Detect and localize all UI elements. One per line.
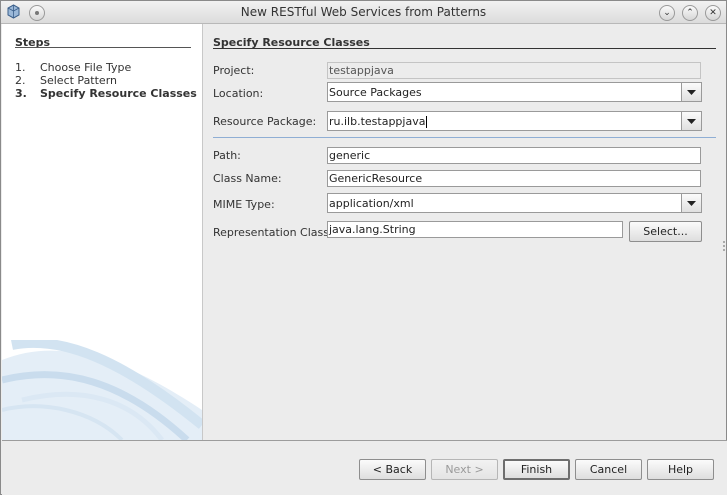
step-number: 1. xyxy=(15,61,26,74)
mime-type-value: application/xml xyxy=(329,197,414,210)
finish-button[interactable]: Finish xyxy=(503,459,570,480)
resize-grip-icon[interactable] xyxy=(723,241,725,251)
section-separator xyxy=(213,137,716,138)
chevron-down-icon xyxy=(687,200,696,206)
decorative-swirl-graphic xyxy=(2,340,202,440)
class-name-input[interactable]: GenericResource xyxy=(327,170,701,187)
step-item-3: 3. Specify Resource Classes xyxy=(15,87,197,100)
select-class-button[interactable]: Select... xyxy=(629,221,702,242)
location-combo[interactable]: Source Packages xyxy=(327,82,702,102)
heading-divider xyxy=(213,48,716,49)
location-label: Location: xyxy=(213,87,264,100)
resource-package-combo[interactable]: ru.ilb.testappjava xyxy=(327,111,702,131)
dropdown-arrow[interactable] xyxy=(681,112,701,130)
back-button[interactable]: < Back xyxy=(359,459,426,480)
dropdown-arrow[interactable] xyxy=(681,83,701,101)
resource-package-input[interactable]: ru.ilb.testappjava xyxy=(329,115,425,128)
mime-type-label: MIME Type: xyxy=(213,198,275,211)
chevron-down-icon xyxy=(687,89,696,95)
next-button[interactable]: Next > xyxy=(431,459,498,480)
step-label: Choose File Type xyxy=(40,61,132,74)
step-item-2: 2. Select Pattern xyxy=(15,74,117,87)
steps-panel: Steps 1. Choose File Type 2. Select Patter… xyxy=(2,24,202,440)
chevron-up-icon: ⌃ xyxy=(686,7,694,18)
text-cursor xyxy=(426,116,428,128)
steps-divider xyxy=(15,47,191,48)
representation-class-input[interactable]: java.lang.String xyxy=(327,221,623,238)
button-bar: < Back Next > Finish Cancel Help xyxy=(2,441,727,495)
project-label: Project: xyxy=(213,64,255,77)
title-bar: New RESTful Web Services from Patterns ⌄… xyxy=(1,1,726,24)
mime-type-combo[interactable]: application/xml xyxy=(327,193,702,213)
step-item-1: 1. Choose File Type xyxy=(15,61,131,74)
project-field: testappjava xyxy=(327,62,701,79)
path-label: Path: xyxy=(213,149,241,162)
window-title: New RESTful Web Services from Patterns xyxy=(240,5,487,19)
representation-class-label: Representation Class: xyxy=(213,226,333,239)
location-value: Source Packages xyxy=(329,86,422,99)
close-button[interactable]: ✕ xyxy=(705,5,721,21)
close-icon: ✕ xyxy=(709,7,717,18)
path-input[interactable]: generic xyxy=(327,147,701,164)
chevron-down-icon xyxy=(687,118,696,124)
step-number: 2. xyxy=(15,74,26,87)
step-number: 3. xyxy=(15,87,27,100)
minimize-button[interactable]: ⌄ xyxy=(659,5,675,21)
dropdown-arrow[interactable] xyxy=(681,194,701,212)
step-label: Select Pattern xyxy=(40,74,118,87)
content-panel: Specify Resource Classes Project: testap… xyxy=(203,24,726,440)
wizard-window: New RESTful Web Services from Patterns ⌄… xyxy=(0,0,727,495)
maximize-button[interactable]: ⌃ xyxy=(682,5,698,21)
help-button[interactable]: Help xyxy=(647,459,714,480)
chevron-down-icon: ⌄ xyxy=(663,7,671,18)
class-name-label: Class Name: xyxy=(213,172,282,185)
step-label: Specify Resource Classes xyxy=(40,87,197,100)
cancel-button[interactable]: Cancel xyxy=(575,459,642,480)
resource-package-label: Resource Package: xyxy=(213,115,317,128)
